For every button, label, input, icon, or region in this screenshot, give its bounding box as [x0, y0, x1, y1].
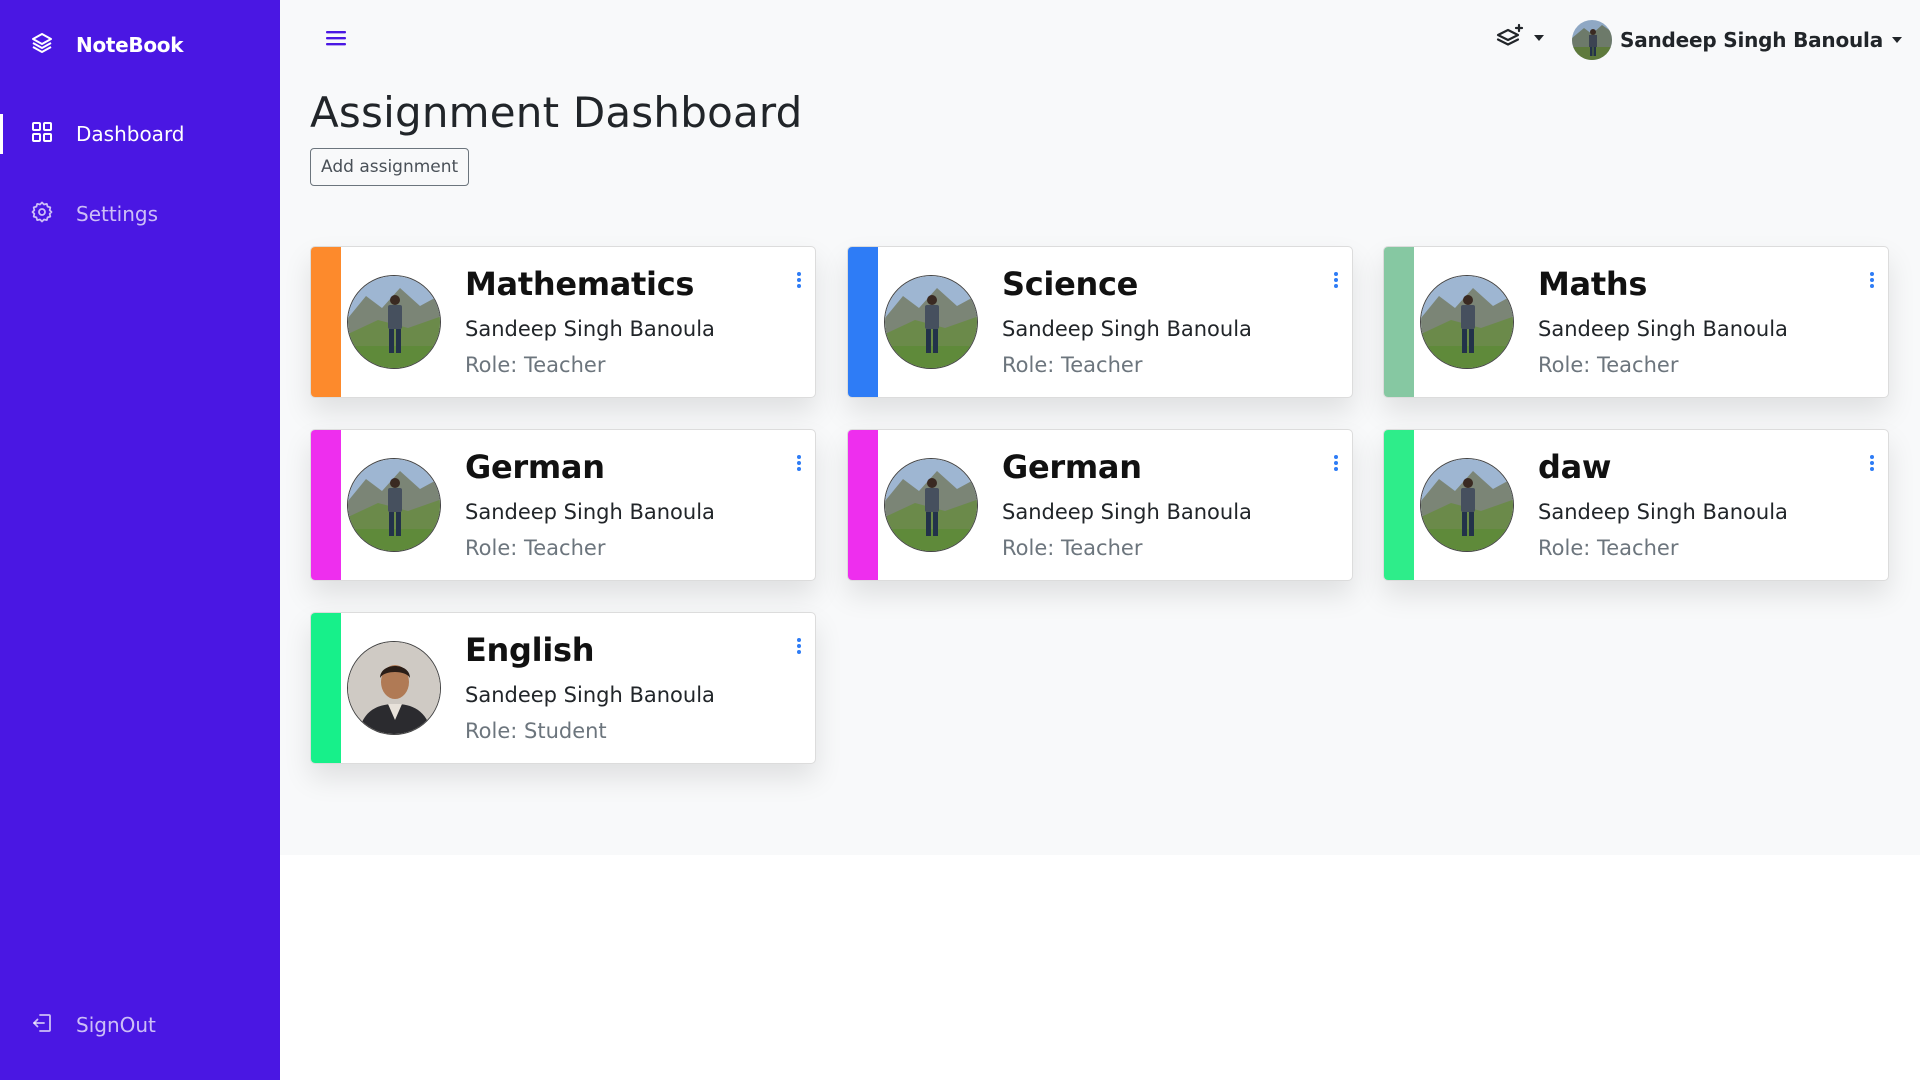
card-color-accent	[311, 247, 341, 397]
add-assignment-button[interactable]: Add assignment	[310, 148, 470, 186]
card-color-accent	[848, 247, 878, 397]
avatar	[347, 641, 441, 735]
card-title[interactable]: English	[465, 631, 595, 669]
signout-icon	[30, 1011, 54, 1040]
avatar	[347, 458, 441, 552]
signout-label: SignOut	[76, 1013, 156, 1037]
more-vertical-icon[interactable]	[1866, 452, 1878, 476]
hamburger-icon	[326, 31, 346, 46]
card-color-accent	[311, 613, 341, 763]
card-color-accent	[1384, 247, 1414, 397]
card-owner: Sandeep Singh Banoula	[1002, 317, 1252, 341]
card-color-accent	[311, 430, 341, 580]
avatar	[347, 275, 441, 369]
sidebar: NoteBook Dashboard Settings SignOut	[0, 0, 280, 1080]
user-name: Sandeep Singh Banoula	[1620, 28, 1883, 52]
card-title[interactable]: German	[1002, 448, 1142, 486]
card-title[interactable]: Maths	[1538, 265, 1647, 303]
main-content: Sandeep Singh Banoula Assignment Dashboa…	[280, 0, 1920, 855]
assignment-card[interactable]: Maths Sandeep Singh Banoula Role: Teacher	[1383, 246, 1889, 398]
card-owner: Sandeep Singh Banoula	[465, 683, 715, 707]
sidebar-item-dashboard[interactable]: Dashboard	[0, 114, 280, 154]
avatar	[1420, 275, 1514, 369]
more-vertical-icon[interactable]	[793, 635, 805, 659]
class-actions-dropdown[interactable]	[1493, 22, 1545, 54]
caret-down-icon	[1534, 35, 1544, 41]
card-owner: Sandeep Singh Banoula	[465, 317, 715, 341]
hamburger-menu-button[interactable]	[322, 25, 352, 51]
assignment-card[interactable]: German Sandeep Singh Banoula Role: Teacher	[847, 429, 1353, 581]
avatar	[884, 458, 978, 552]
more-vertical-icon[interactable]	[1330, 452, 1342, 476]
assignment-cards: Mathematics Sandeep Singh Banoula Role: Te…	[280, 246, 1920, 766]
card-owner: Sandeep Singh Banoula	[1538, 317, 1788, 341]
avatar	[1572, 20, 1612, 60]
more-vertical-icon[interactable]	[1330, 269, 1342, 293]
gear-icon	[30, 200, 54, 229]
assignment-card[interactable]: Science Sandeep Singh Banoula Role: Teache…	[847, 246, 1353, 398]
card-role: Role: Teacher	[465, 536, 606, 560]
card-title[interactable]: German	[465, 448, 605, 486]
assignment-card[interactable]: daw Sandeep Singh Banoula Role: Teacher	[1383, 429, 1889, 581]
brand-name: NoteBook	[76, 33, 184, 57]
sidebar-item-label: Settings	[76, 202, 159, 226]
card-title[interactable]: daw	[1538, 448, 1611, 486]
brand[interactable]: NoteBook	[30, 30, 184, 60]
card-title[interactable]: Science	[1002, 265, 1138, 303]
grid-icon	[30, 120, 54, 149]
sidebar-item-settings[interactable]: Settings	[0, 194, 280, 234]
sidebar-item-label: Dashboard	[76, 122, 185, 146]
card-role: Role: Student	[465, 719, 607, 743]
more-vertical-icon[interactable]	[793, 269, 805, 293]
layers-icon	[30, 31, 54, 59]
assignment-card[interactable]: Mathematics Sandeep Singh Banoula Role: Te…	[310, 246, 816, 398]
topbar: Sandeep Singh Banoula	[280, 0, 1920, 80]
card-role: Role: Teacher	[1002, 536, 1143, 560]
avatar	[884, 275, 978, 369]
card-color-accent	[848, 430, 878, 580]
card-owner: Sandeep Singh Banoula	[1002, 500, 1252, 524]
caret-down-icon	[1892, 37, 1902, 43]
card-owner: Sandeep Singh Banoula	[465, 500, 715, 524]
assignment-card[interactable]: German Sandeep Singh Banoula Role: Teacher	[310, 429, 816, 581]
card-role: Role: Teacher	[1002, 353, 1143, 377]
card-owner: Sandeep Singh Banoula	[1538, 500, 1788, 524]
card-role: Role: Teacher	[1538, 536, 1679, 560]
user-menu[interactable]: Sandeep Singh Banoula	[1572, 20, 1903, 60]
assignment-card[interactable]: English Sandeep Singh Banoula Role: Studen…	[310, 612, 816, 764]
card-role: Role: Teacher	[465, 353, 606, 377]
card-title[interactable]: Mathematics	[465, 265, 694, 303]
more-vertical-icon[interactable]	[1866, 269, 1878, 293]
more-vertical-icon[interactable]	[793, 452, 805, 476]
avatar	[1420, 458, 1514, 552]
layers-plus-icon	[1496, 23, 1524, 46]
page-title: Assignment Dashboard	[310, 88, 803, 137]
card-color-accent	[1384, 430, 1414, 580]
card-role: Role: Teacher	[1538, 353, 1679, 377]
signout-button[interactable]: SignOut	[0, 1005, 280, 1045]
